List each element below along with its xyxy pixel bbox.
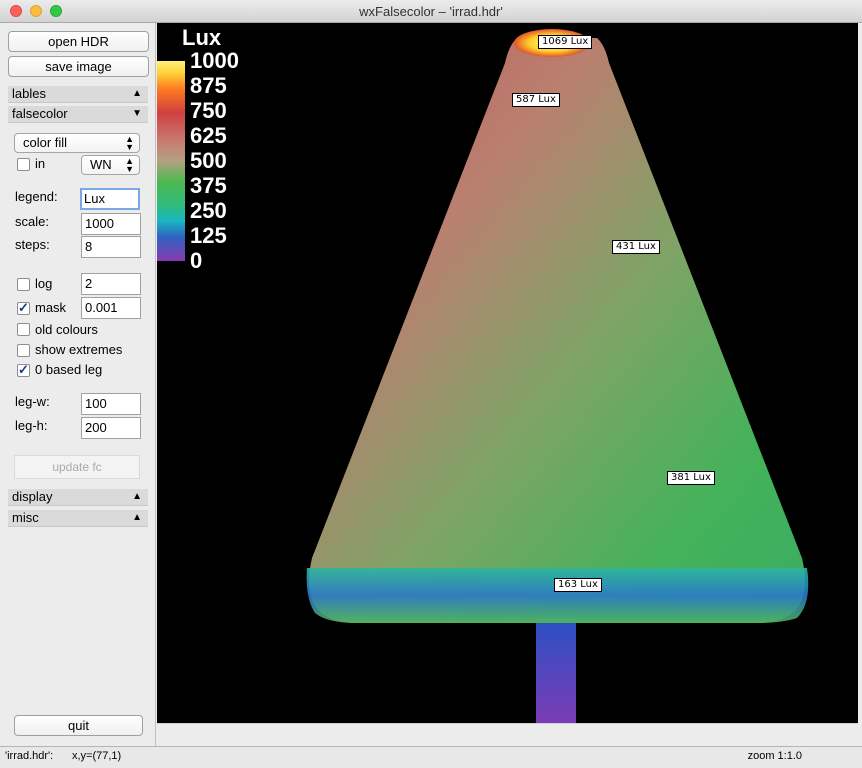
status-bar: 'irrad.hdr': x,y=(77,1) zoom 1:1.0	[0, 746, 862, 768]
lux-label: 587 Lux	[512, 93, 560, 107]
log-checkbox[interactable]	[17, 278, 30, 291]
in-label: in	[35, 156, 46, 171]
section-lables-header[interactable]: lables ▲	[8, 86, 148, 103]
legend-tick: 250	[190, 198, 227, 223]
image-viewer[interactable]: Lux 1000 875 750 625 500 375 250 125 0 1…	[157, 23, 858, 723]
cone-base-band	[306, 568, 809, 623]
legend-tick: 625	[190, 123, 227, 148]
section-falsecolor-header[interactable]: falsecolor ▼	[8, 106, 148, 123]
legend-tick: 500	[190, 148, 227, 173]
section-misc-header[interactable]: misc ▲	[8, 510, 148, 527]
unit-select-value: WN	[90, 157, 112, 172]
legend-tick: 0	[190, 248, 203, 273]
mask-checkbox[interactable]	[17, 300, 30, 316]
legend-tick: 1000	[190, 48, 239, 73]
mask-input[interactable]: 0.001	[81, 297, 141, 319]
status-filename: 'irrad.hdr':	[5, 750, 54, 762]
updown-arrows-icon: ▲ ▼	[125, 156, 134, 174]
steps-input[interactable]: 8	[81, 236, 141, 258]
updown-arrows-icon: ▲ ▼	[125, 134, 134, 152]
zero-based-leg-checkbox[interactable]	[17, 362, 30, 378]
zero-based-leg-label: 0 based leg	[35, 362, 103, 377]
log-input[interactable]: 2	[81, 273, 141, 295]
unit-select[interactable]: WN ▲ ▼	[81, 155, 140, 175]
legend-tick: 375	[190, 173, 227, 198]
legend-color-bar	[157, 61, 185, 261]
log-label: log	[35, 276, 53, 291]
section-display-label: display	[12, 489, 53, 504]
section-misc-label: misc	[12, 510, 39, 525]
steps-label: steps:	[15, 237, 50, 252]
scale-label: scale:	[15, 214, 49, 229]
lux-label: 431 Lux	[612, 240, 660, 254]
collapse-up-icon: ▲	[132, 512, 142, 523]
window-title: wxFalsecolor – 'irrad.hdr'	[359, 4, 503, 19]
show-extremes-label: show extremes	[35, 342, 123, 357]
leg-w-input[interactable]: 100	[81, 393, 141, 415]
legend-label: legend:	[15, 189, 58, 204]
legend-tick: 125	[190, 223, 227, 248]
in-checkbox[interactable]	[17, 158, 30, 171]
status-zoom: zoom 1:1.0	[747, 750, 802, 762]
title-bar: wxFalsecolor – 'irrad.hdr'	[0, 0, 862, 23]
old-colours-checkbox[interactable]	[17, 323, 30, 336]
section-lables-label: lables	[12, 86, 46, 101]
mode-select[interactable]: color fill ▲ ▼	[14, 133, 140, 153]
collapse-up-icon: ▲	[132, 491, 142, 502]
lux-label: 163 Lux	[554, 578, 602, 592]
legend-input[interactable]: Lux	[80, 188, 140, 210]
collapse-up-icon: ▲	[132, 88, 142, 99]
lux-label: 1069 Lux	[538, 35, 593, 49]
lux-label: 381 Lux	[667, 471, 715, 485]
save-image-button[interactable]: save image	[8, 56, 149, 77]
sidebar: open HDR save image lables ▲ falsecolor …	[0, 23, 156, 746]
section-display-header[interactable]: display ▲	[8, 489, 148, 506]
status-coordinates: x,y=(77,1)	[72, 750, 122, 762]
stem-shape	[536, 623, 576, 723]
section-falsecolor-label: falsecolor	[12, 106, 68, 121]
leg-h-label: leg-h:	[15, 418, 48, 433]
mode-select-value: color fill	[23, 135, 68, 150]
scale-input[interactable]: 1000	[81, 213, 141, 235]
show-extremes-checkbox[interactable]	[17, 344, 30, 357]
quit-button[interactable]: quit	[14, 715, 143, 736]
expand-down-icon: ▼	[132, 108, 142, 119]
open-hdr-button[interactable]: open HDR	[8, 31, 149, 52]
mask-label: mask	[35, 300, 67, 315]
legend-tick: 875	[190, 73, 227, 98]
cone-shape	[309, 38, 805, 623]
update-fc-button[interactable]: update fc	[14, 455, 140, 479]
leg-h-input[interactable]: 200	[81, 417, 141, 439]
viewer-bottom-area	[157, 723, 858, 747]
falsecolor-image	[157, 29, 809, 723]
leg-w-label: leg-w:	[15, 394, 50, 409]
legend-tick: 750	[190, 98, 227, 123]
old-colours-label: old colours	[35, 322, 98, 337]
